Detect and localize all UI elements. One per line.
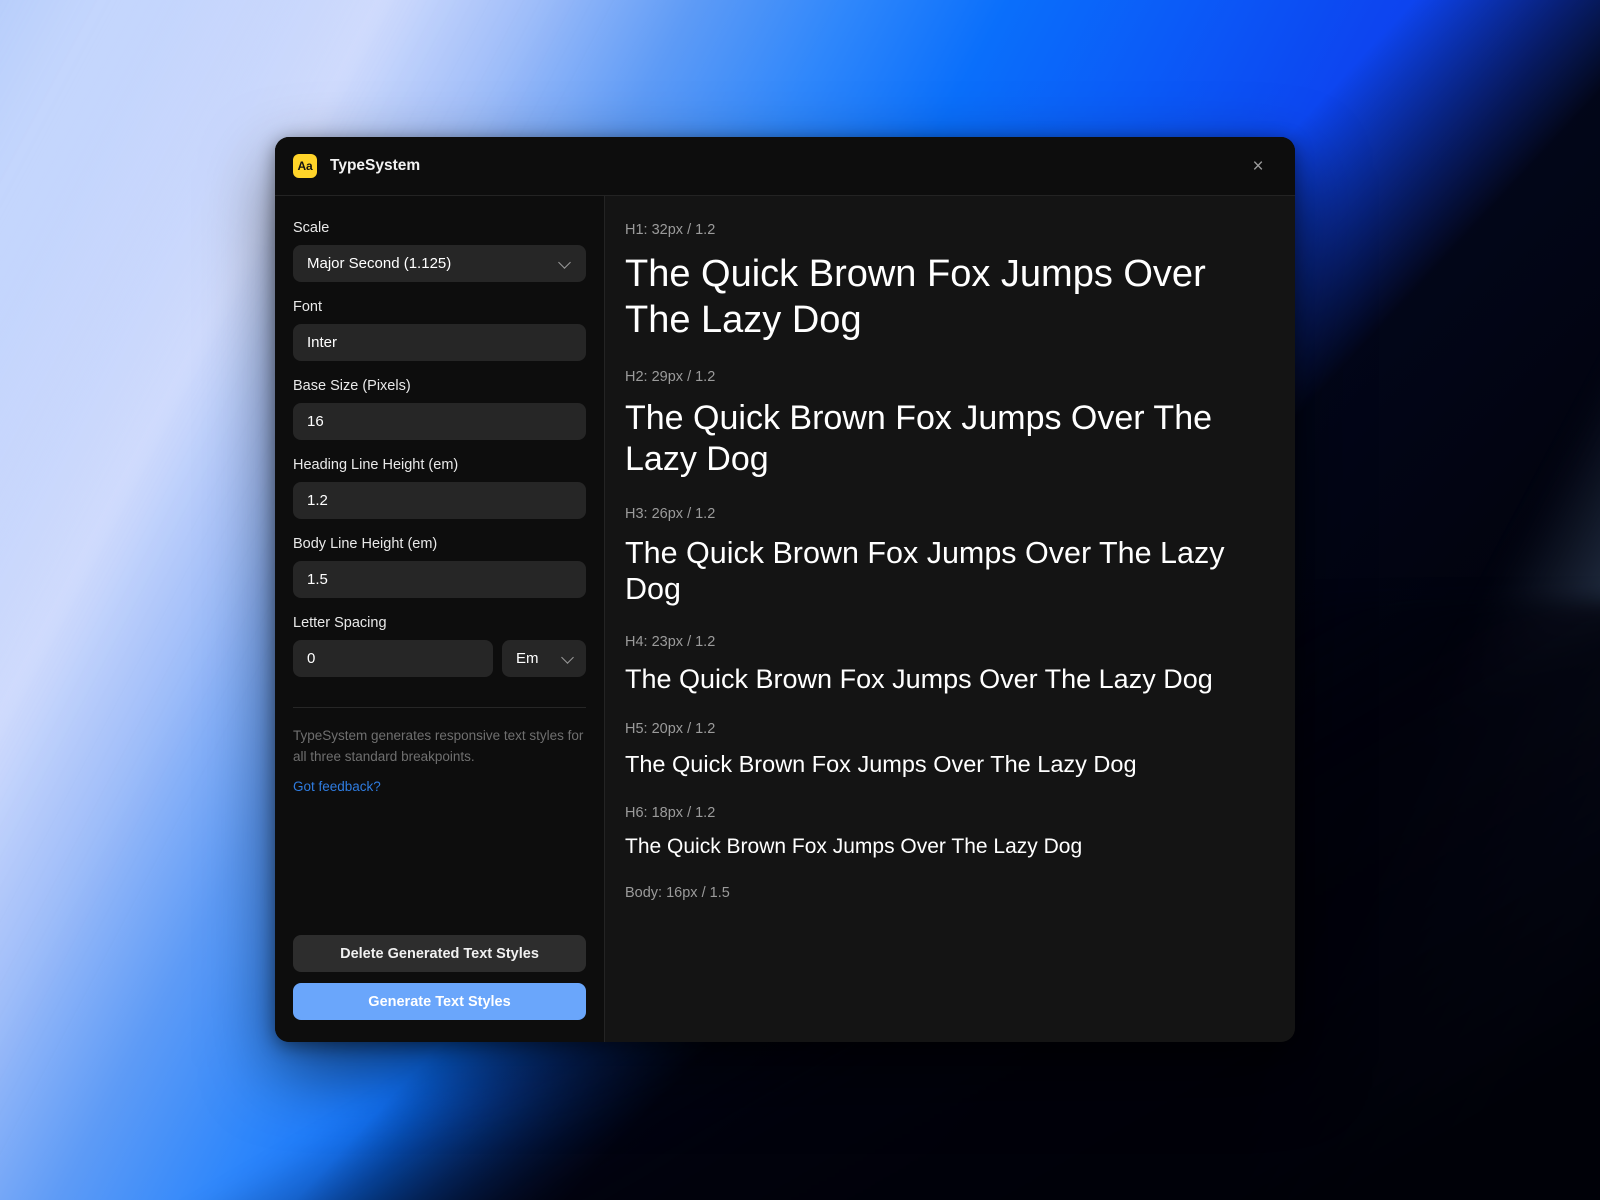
sidebar-flex-spacer — [293, 794, 586, 935]
heading-line-height-label: Heading Line Height (em) — [293, 457, 586, 473]
window-body: Scale Major Second (1.125) Font Inter Ba… — [275, 196, 1295, 1042]
scale-label: Scale — [293, 220, 586, 236]
letter-spacing-label: Letter Spacing — [293, 615, 586, 631]
spec-label-h2: H2: 29px / 1.2 — [625, 369, 1259, 385]
chevron-down-icon — [562, 652, 575, 665]
font-field-group: Font Inter — [293, 299, 586, 361]
spec-label-h3: H3: 26px / 1.2 — [625, 506, 1259, 522]
heading-line-height-field-group: Heading Line Height (em) 1.2 — [293, 457, 586, 519]
letter-spacing-input-value: 0 — [307, 650, 315, 667]
type-preview-panel: H1: 32px / 1.2 The Quick Brown Fox Jumps… — [605, 196, 1295, 1042]
heading-line-height-input-value: 1.2 — [307, 492, 328, 509]
letter-spacing-field-group: Letter Spacing 0 Em — [293, 615, 586, 677]
body-line-height-input[interactable]: 1.5 — [293, 561, 586, 598]
preview-block-h5: H5: 20px / 1.2 The Quick Brown Fox Jumps… — [625, 721, 1259, 778]
sample-text-h1: The Quick Brown Fox Jumps Over The Lazy … — [625, 252, 1259, 343]
spec-label-h6: H6: 18px / 1.2 — [625, 805, 1259, 821]
scale-select[interactable]: Major Second (1.125) — [293, 245, 586, 282]
preview-block-h6: H6: 18px / 1.2 The Quick Brown Fox Jumps… — [625, 805, 1259, 859]
typesystem-window: Aa TypeSystem × Scale Major Second (1.12… — [275, 137, 1295, 1042]
body-line-height-label: Body Line Height (em) — [293, 536, 586, 552]
body-line-height-field-group: Body Line Height (em) 1.5 — [293, 536, 586, 598]
spec-label-body: Body: 16px / 1.5 — [625, 885, 1259, 901]
sample-text-h5: The Quick Brown Fox Jumps Over The Lazy … — [625, 750, 1259, 778]
body-line-height-input-value: 1.5 — [307, 571, 328, 588]
font-input-value: Inter — [307, 334, 337, 351]
base-size-input[interactable]: 16 — [293, 403, 586, 440]
sample-text-h3: The Quick Brown Fox Jumps Over The Lazy … — [625, 535, 1259, 608]
heading-line-height-input[interactable]: 1.2 — [293, 482, 586, 519]
spec-label-h5: H5: 20px / 1.2 — [625, 721, 1259, 737]
preview-block-h2: H2: 29px / 1.2 The Quick Brown Fox Jumps… — [625, 369, 1259, 480]
sample-text-h4: The Quick Brown Fox Jumps Over The Lazy … — [625, 663, 1259, 695]
sample-text-h2: The Quick Brown Fox Jumps Over The Lazy … — [625, 398, 1259, 480]
font-input[interactable]: Inter — [293, 324, 586, 361]
settings-sidebar: Scale Major Second (1.125) Font Inter Ba… — [275, 196, 605, 1042]
feedback-link[interactable]: Got feedback? — [293, 779, 586, 794]
window-titlebar: Aa TypeSystem × — [275, 137, 1295, 196]
base-size-field-group: Base Size (Pixels) 16 — [293, 378, 586, 440]
app-logo-icon: Aa — [293, 154, 317, 178]
letter-spacing-input[interactable]: 0 — [293, 640, 493, 677]
letter-spacing-unit-select[interactable]: Em — [502, 640, 586, 677]
base-size-input-value: 16 — [307, 413, 324, 430]
preview-block-h4: H4: 23px / 1.2 The Quick Brown Fox Jumps… — [625, 634, 1259, 695]
spec-label-h4: H4: 23px / 1.2 — [625, 634, 1259, 650]
sidebar-help-text: TypeSystem generates responsive text sty… — [293, 726, 586, 768]
base-size-label: Base Size (Pixels) — [293, 378, 586, 394]
generate-text-styles-button[interactable]: Generate Text Styles — [293, 983, 586, 1020]
scale-field-group: Scale Major Second (1.125) — [293, 220, 586, 282]
preview-block-h3: H3: 26px / 1.2 The Quick Brown Fox Jumps… — [625, 506, 1259, 608]
sidebar-divider — [293, 707, 586, 708]
desktop-wallpaper: Aa TypeSystem × Scale Major Second (1.12… — [0, 0, 1600, 1200]
scale-select-value: Major Second (1.125) — [307, 255, 451, 272]
sample-text-h6: The Quick Brown Fox Jumps Over The Lazy … — [625, 834, 1259, 859]
letter-spacing-unit-value: Em — [516, 650, 539, 667]
spec-label-h1: H1: 32px / 1.2 — [625, 222, 1259, 238]
delete-generated-text-styles-button[interactable]: Delete Generated Text Styles — [293, 935, 586, 972]
letter-spacing-row: 0 Em — [293, 640, 586, 677]
close-icon[interactable]: × — [1247, 155, 1269, 177]
chevron-down-icon — [559, 257, 572, 270]
preview-block-body: Body: 16px / 1.5 — [625, 885, 1259, 901]
preview-block-h1: H1: 32px / 1.2 The Quick Brown Fox Jumps… — [625, 222, 1259, 343]
app-title: TypeSystem — [330, 157, 420, 175]
font-label: Font — [293, 299, 586, 315]
